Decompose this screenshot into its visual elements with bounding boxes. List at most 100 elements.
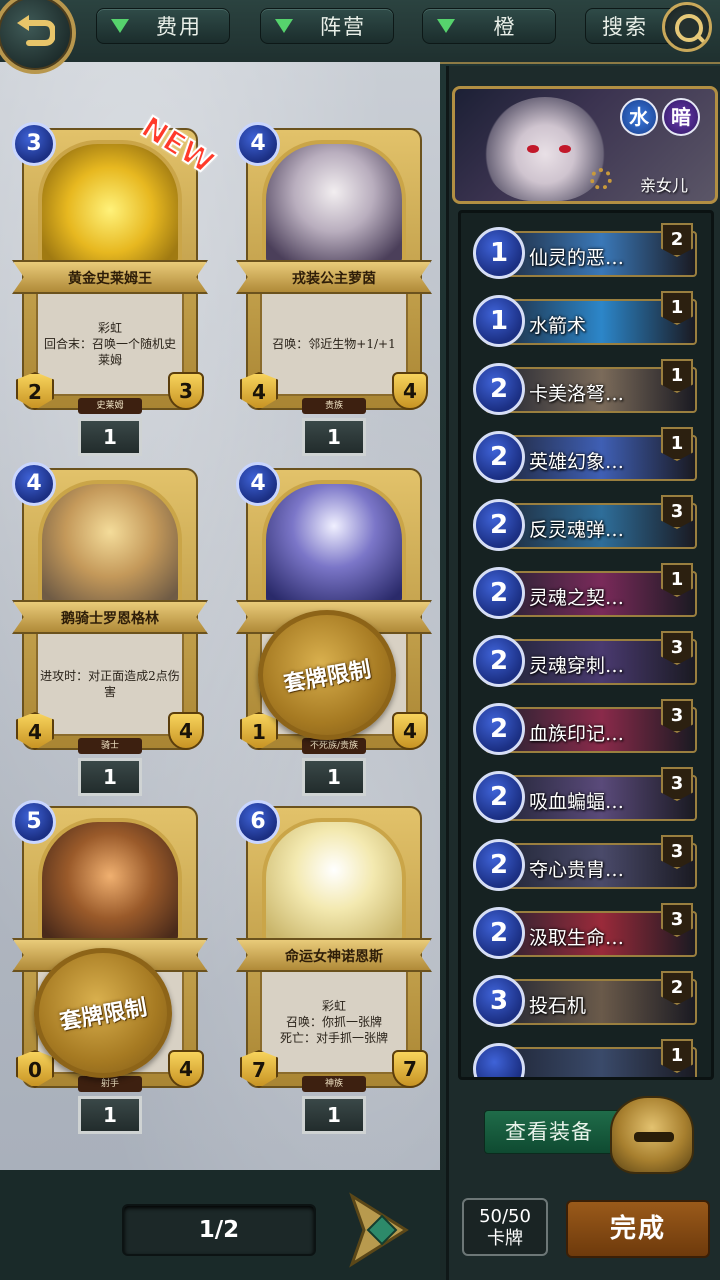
deck-item-name: 血族印记… (529, 723, 625, 745)
deck-limit-seal: 套牌限制 (258, 610, 396, 740)
cost-filter-label: 费用 (156, 15, 202, 39)
card-name: 黄金史莱姆王 (68, 271, 152, 287)
page-indicator: 1/2 (122, 1204, 316, 1256)
view-equipment-button[interactable]: 查看装备 (484, 1110, 624, 1154)
card-cost-gem: 4 (12, 462, 56, 506)
card-cost-gem: 6 (236, 800, 280, 844)
card-art (38, 818, 182, 946)
deck-item-cost: 2 (473, 431, 525, 483)
helmet-icon (610, 1096, 694, 1174)
deck-item-cost: 2 (473, 635, 525, 687)
deck-count-unit: 卡牌 (487, 1228, 523, 1249)
card-tribe: 不死族/贵族 (302, 738, 366, 754)
deck-count-value: 50/50 (479, 1206, 531, 1227)
dropdown-triangle-icon (437, 19, 455, 33)
deck-item-cost: 2 (473, 839, 525, 891)
deck-list-item[interactable]: 2 夺心贵胄… 3 (473, 835, 699, 895)
card-cost-gem: 5 (12, 800, 56, 844)
deck-item-cost: 3 (473, 975, 525, 1027)
card-health: 3 (168, 372, 204, 410)
deck-card-count: 50/50 卡牌 (462, 1198, 548, 1256)
card-description: 召唤：邻近生物+1/+1 (272, 337, 396, 351)
card-owned-count: 1 (78, 758, 142, 796)
dropdown-triangle-icon (275, 19, 293, 33)
card-cost-gem: 3 (12, 122, 56, 166)
deck-card-list[interactable]: 1 仙灵的恶… 2 1 水箭术 1 2 卡美洛弩… 1 2 英雄幻象… 1 2 反灵魂弹… 3 2 灵魂之契… 1… (458, 210, 714, 1080)
deck-item-cost: 2 (473, 363, 525, 415)
deck-item-cost: 2 (473, 771, 525, 823)
faction-filter-label: 阵营 (320, 15, 366, 39)
card-health: 7 (392, 1050, 428, 1088)
card-art (262, 818, 406, 946)
deck-item-name: 灵魂穿刺… (529, 655, 625, 677)
hero-eye (559, 145, 571, 153)
card-owned-count: 1 (302, 418, 366, 456)
deck-item-name: 夺心贵胄… (529, 859, 625, 881)
dark-element-badge: 暗 (662, 98, 700, 136)
dropdown-triangle-icon (111, 19, 129, 33)
card-description: 进攻时：对正面造成2点伤害 (40, 669, 180, 699)
deck-list-item[interactable]: 2 汲取生命… 3 (473, 903, 699, 963)
hero-name: 亲女儿 (640, 176, 689, 195)
card-description: 彩虹 回合末：召唤一个随机史莱姆 (43, 321, 176, 367)
deck-list-item[interactable]: 1 水箭术 1 (473, 291, 699, 351)
next-page-button[interactable] (344, 1190, 416, 1270)
card-owned-count: 1 (78, 1096, 142, 1134)
deck-item-name: 水箭术 (529, 315, 587, 337)
deck-list-item[interactable]: 2 灵魂之契… 1 (473, 563, 699, 623)
card-cost-gem: 4 (236, 122, 280, 166)
done-button[interactable]: 完成 (566, 1200, 710, 1258)
card-name: 鹅骑士罗恩格林 (61, 611, 159, 627)
hero-face-art (485, 97, 605, 201)
faction-filter-dropdown[interactable]: 阵营 (260, 8, 394, 44)
deck-item-cost: 1 (473, 295, 525, 347)
deck-item-name: 汲取生命… (529, 927, 625, 949)
deck-item-name: 灵魂之契… (529, 587, 625, 609)
card-art (262, 480, 406, 608)
deck-item-cost: 2 (473, 703, 525, 755)
collection-card[interactable]: 彩虹 回合末：召唤一个随机史莱姆 黄金史莱姆王 史莱姆 3 2 3 1 NEW (12, 109, 221, 456)
deck-list-item[interactable]: 3 投石机 2 (473, 971, 699, 1031)
search-icon[interactable] (662, 2, 712, 52)
deck-list-item[interactable]: 1 仙灵的恶… 2 (473, 223, 699, 283)
card-art (38, 140, 182, 268)
card-health: 4 (392, 372, 428, 410)
card-tribe: 史莱姆 (78, 398, 142, 414)
card-owned-count: 1 (302, 758, 366, 796)
card-tribe: 贵族 (302, 398, 366, 414)
card-tribe: 骑士 (78, 738, 142, 754)
deck-list-item[interactable]: 2 英雄幻象… 1 (473, 427, 699, 487)
deck-item-name: 英雄幻象… (529, 451, 625, 473)
card-health: 4 (168, 712, 204, 750)
rarity-filter-label: 橙 (493, 15, 517, 39)
card-art (38, 480, 182, 608)
collection-card[interactable]: 召唤：邻近生物+1/+1 戎装公主萝茵 贵族 4 4 4 1 (236, 122, 432, 456)
collection-card[interactable]: 彩虹 召唤：你抓一张牌 死亡：对手抓一张牌 命运女神诺恩斯 神族 6 7 7 1 (236, 800, 432, 1134)
card-tribe: 射手 (78, 1076, 142, 1092)
deck-limit-label: 套牌限制 (57, 995, 149, 1036)
card-cost-gem: 4 (236, 462, 280, 506)
deck-list-item[interactable]: 2 吸血蝙蝠… 3 (473, 767, 699, 827)
card-name: 戎装公主萝茵 (292, 271, 376, 287)
card-health: 4 (392, 712, 428, 750)
cost-filter-dropdown[interactable]: 费用 (96, 8, 230, 44)
back-arrow-icon (17, 15, 55, 46)
deck-list-item[interactable]: 2 血族印记… 3 (473, 699, 699, 759)
card-owned-count: 1 (78, 418, 142, 456)
card-tribe: 神族 (302, 1076, 366, 1092)
gear-icon (590, 168, 612, 190)
card-description: 彩虹 召唤：你抓一张牌 死亡：对手抓一张牌 (279, 999, 388, 1045)
deck-builder-screen: 费用 阵营 橙 搜索 彩虹 回合末：召唤一个随机史莱姆 黄金史莱姆王 史莱姆 3 2 3 1… (0, 0, 720, 1280)
collection-card[interactable]: 进攻时：对正面造成2点伤害 鹅骑士罗恩格林 骑士 4 4 4 1 (12, 462, 208, 796)
card-owned-count: 1 (302, 1096, 366, 1134)
rarity-filter-dropdown[interactable]: 橙 (422, 8, 556, 44)
deck-list-item[interactable]: 2 反灵魂弹… 3 (473, 495, 699, 555)
card-name: 命运女神诺恩斯 (285, 949, 383, 965)
card-art (262, 140, 406, 268)
hero-eye (527, 145, 539, 153)
deck-list-item[interactable]: 2 卡美洛弩… 1 (473, 359, 699, 419)
deck-list-item[interactable]: 1 (473, 1039, 699, 1077)
next-arrow-icon (349, 1192, 409, 1268)
deck-item-cost: 2 (473, 907, 525, 959)
deck-list-item[interactable]: 2 灵魂穿刺… 3 (473, 631, 699, 691)
